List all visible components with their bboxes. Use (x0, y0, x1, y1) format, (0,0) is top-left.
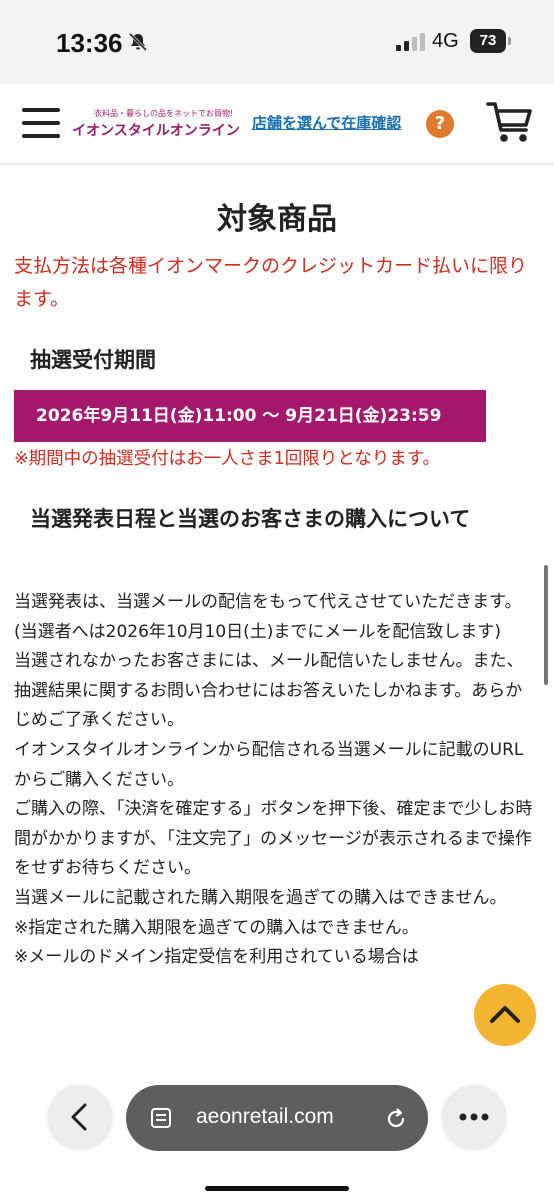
battery-icon: 73 (470, 29, 512, 53)
hamburger-icon[interactable] (22, 108, 60, 138)
paragraph: ご購入の際、「決済を確定する」ボタンを押下後、確定まで少しお時間がかかりますが、… (14, 799, 533, 879)
scrollbar[interactable] (544, 565, 548, 685)
network-type: 4G (432, 30, 459, 52)
paragraph: イオンスタイルオンラインから配信される当選メールに記載のURLからご購入ください… (14, 739, 524, 790)
status-bar: 13:36 4G 73 (0, 0, 554, 84)
logo-name: イオンスタイルオンライン (72, 123, 240, 139)
back-button[interactable] (48, 1085, 112, 1149)
announce-heading: 当選発表日程と当選のお客さまの購入について (30, 507, 471, 531)
paragraph: (当選者へは2026年10月10日(土)までにメールを配信致します) (14, 621, 502, 642)
paragraph: ※指定された購入期限を過ぎての購入はできません。 (14, 917, 419, 938)
url-text: aeonretail.com (196, 1105, 334, 1128)
logo-tagline: 衣料品・暮らしの品をネットでお買物! (94, 109, 234, 118)
payment-notice: 支払方法は各種イオンマークのクレジットカード払いに限ります。 (14, 255, 528, 310)
status-time: 13:36 (56, 28, 123, 58)
lottery-period: 2026年9月11日(金)11:00 〜 9月21日(金)23:59 (14, 390, 486, 442)
paragraph: 当選発表は、当選メールの配信をもって代えさせていただきます。 (14, 592, 522, 612)
back-icon (71, 1103, 87, 1131)
help-icon[interactable]: ? (426, 110, 454, 138)
home-indicator (205, 1186, 349, 1191)
battery-level: 73 (470, 29, 506, 53)
announce-body: 当選発表は、当選メールの配信をもって代えさせていただきます。 (当選者へは202… (14, 588, 534, 973)
lottery-note: ※期間中の抽選受付はお一人さま1回限りとなります。 (14, 449, 441, 469)
bell-slash-icon (128, 32, 148, 52)
reload-icon[interactable] (384, 1107, 408, 1131)
store-stock-link[interactable]: 店舗を選んで在庫確認 (252, 112, 401, 133)
paragraph: ※メールのドメイン指定受信を利用されている場合は (14, 947, 419, 968)
paragraph: 当選されなかったお客さまには、メール配信いたしません。また、抽選結果に関するお問… (14, 651, 524, 731)
site-logo[interactable]: 衣料品・暮らしの品をネットでお買物! イオンスタイルオンライン (72, 106, 242, 146)
signal-icon (396, 33, 425, 51)
scroll-to-top-button[interactable] (474, 984, 536, 1046)
paragraph: 当選メールに記載された購入期限を過ぎての購入はできません。 (14, 887, 507, 908)
chevron-up-icon (490, 1006, 520, 1023)
address-bar[interactable]: aeonretail.com (126, 1085, 428, 1151)
cart-icon[interactable] (486, 100, 534, 144)
more-button[interactable] (442, 1085, 506, 1149)
site-header: 衣料品・暮らしの品をネットでお買物! イオンスタイルオンライン 店舗を選んで在庫… (0, 84, 554, 164)
more-icon (459, 1113, 489, 1121)
main-content: 対象商品 支払方法は各種イオンマークのクレジットカード払いに限ります。 抽選受付… (0, 164, 554, 1200)
lottery-heading: 抽選受付期間 (30, 348, 156, 372)
page-icon (151, 1108, 171, 1128)
section-title: 対象商品 (217, 202, 337, 237)
